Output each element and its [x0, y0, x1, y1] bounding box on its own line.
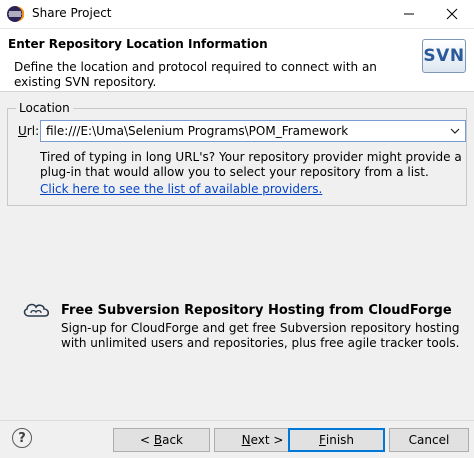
- minimize-icon: [404, 13, 414, 15]
- url-combo[interactable]: file:///E:\Uma\Selenium Programs\POM_Fra…: [40, 120, 466, 142]
- providers-link[interactable]: Click here to see the list of available …: [40, 182, 322, 196]
- page-title: Enter Repository Location Information: [8, 37, 268, 51]
- chevron-down-icon[interactable]: [448, 125, 462, 137]
- back-button-mnemonic: B: [153, 433, 163, 447]
- cloudforge-title: Free Subversion Repository Hosting from …: [61, 303, 452, 318]
- help-icon[interactable]: ?: [12, 428, 32, 448]
- cloudforge-description: Sign-up for CloudForge and get free Subv…: [61, 321, 460, 350]
- close-icon: [446, 8, 458, 20]
- back-button[interactable]: < Back: [113, 428, 210, 452]
- title-bar: Share Project: [0, 0, 474, 29]
- url-label-mnemonic: U: [18, 124, 27, 138]
- svn-logo: SVN: [422, 39, 466, 73]
- url-label-rest: rl:: [26, 124, 40, 138]
- finish-button-mnemonic: F: [318, 433, 326, 447]
- window-title: Share Project: [32, 6, 112, 20]
- eclipse-app-icon: [7, 6, 24, 22]
- finish-button-rest: inish: [325, 433, 355, 447]
- minimize-button[interactable]: [389, 0, 429, 28]
- location-group-label: Location: [16, 101, 73, 115]
- url-hint-text: Tired of typing in long URL's? Your repo…: [40, 150, 462, 179]
- wizard-header: Enter Repository Location Information De…: [0, 29, 474, 92]
- footer-separator: [0, 420, 474, 421]
- close-button[interactable]: [432, 0, 472, 28]
- back-button-prefix: <: [139, 433, 154, 447]
- page-description: Define the location and protocol require…: [14, 60, 377, 89]
- next-button-rest: ext >: [250, 433, 284, 447]
- cancel-button[interactable]: Cancel: [389, 428, 469, 452]
- finish-button[interactable]: Finish: [288, 428, 385, 452]
- url-label: Url:: [18, 124, 39, 138]
- back-button-rest: ack: [162, 433, 183, 447]
- cloudforge-icon: [23, 303, 50, 317]
- url-input[interactable]: file:///E:\Uma\Selenium Programs\POM_Fra…: [46, 124, 348, 138]
- next-button-mnemonic: N: [241, 433, 251, 447]
